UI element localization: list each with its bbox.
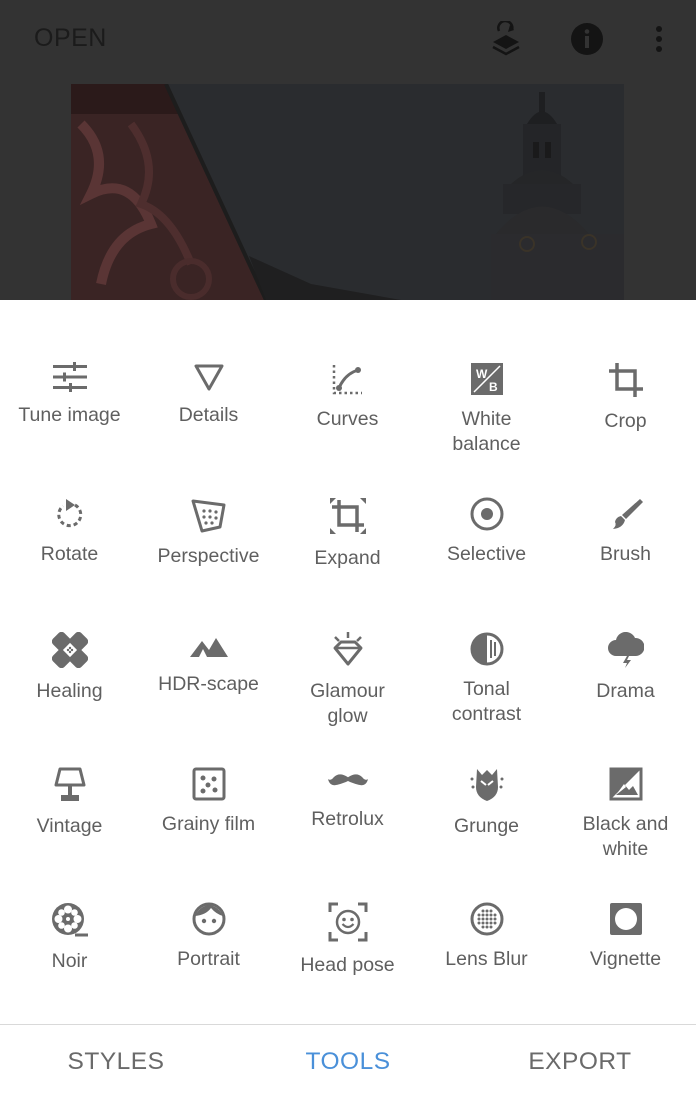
selective-icon <box>467 497 507 531</box>
tool-selective[interactable]: Selective <box>417 435 556 565</box>
vintage-icon <box>50 767 90 803</box>
tab-tools[interactable]: TOOLS <box>232 1025 464 1099</box>
noir-icon <box>50 902 90 938</box>
tool-label: Selective <box>446 543 527 565</box>
tool-brush[interactable]: Brush <box>556 435 695 565</box>
tool-label: Grainy film <box>161 813 256 835</box>
tool-curves[interactable]: Curves <box>278 300 417 430</box>
tool-vintage[interactable]: Vintage <box>0 705 139 837</box>
drama-icon <box>606 632 646 668</box>
tool-label: Vignette <box>589 948 662 970</box>
tool-retrolux[interactable]: Retrolux <box>278 705 417 831</box>
crop-icon <box>606 362 646 398</box>
tool-label: Grunge <box>453 815 520 837</box>
white-balance-icon: W B <box>467 362 507 396</box>
tool-label: Portrait <box>177 948 240 970</box>
expand-icon <box>328 497 368 535</box>
brush-icon <box>606 497 646 531</box>
tab-export[interactable]: EXPORT <box>464 1025 696 1099</box>
tool-details[interactable]: Details <box>139 300 278 426</box>
tool-label: Crop <box>604 410 647 432</box>
glamour-glow-icon <box>328 632 368 668</box>
tool-label: Expand <box>314 547 381 569</box>
tool-grunge[interactable]: Grunge <box>417 705 556 837</box>
grainy-film-icon <box>189 767 229 801</box>
svg-text:B: B <box>489 380 498 394</box>
tool-label: Rotate <box>40 543 99 565</box>
bottom-navigation: STYLES TOOLS EXPORT <box>0 1024 696 1099</box>
tool-hdr-scape[interactable]: HDR-scape <box>139 570 278 696</box>
tool-label: Vintage <box>36 815 103 837</box>
tool-portrait[interactable]: Portrait <box>139 840 278 970</box>
tool-healing[interactable]: Healing <box>0 570 139 702</box>
tool-expand[interactable]: Expand <box>278 435 417 569</box>
open-button[interactable]: OPEN <box>34 24 107 53</box>
hdr-scape-icon <box>189 632 229 661</box>
tune-image-icon <box>50 362 90 392</box>
tools-grid: Tune image Details Curves W B White bala… <box>0 300 696 1024</box>
image-preview-area: OPEN <box>0 0 696 300</box>
vignette-icon <box>606 902 646 936</box>
tool-label: Details <box>178 404 239 426</box>
photo-preview <box>71 84 624 300</box>
tool-head-pose[interactable]: Head pose <box>278 840 417 976</box>
tool-label: Retrolux <box>311 807 384 830</box>
tonal-contrast-icon <box>467 632 507 666</box>
tool-black-and-white[interactable]: Black and white <box>556 705 695 860</box>
tool-label: Drama <box>596 680 655 702</box>
tool-label: Curves <box>316 408 379 430</box>
tool-label: Perspective <box>157 545 260 567</box>
tool-label: Lens Blur <box>445 948 528 970</box>
grunge-icon <box>467 767 507 803</box>
tool-glamour-glow[interactable]: Glamour glow <box>278 570 417 727</box>
tool-drama[interactable]: Drama <box>556 570 695 702</box>
tool-tune-image[interactable]: Tune image <box>0 300 139 426</box>
tool-white-balance[interactable]: W B White balance <box>417 300 556 455</box>
tool-crop[interactable]: Crop <box>556 300 695 432</box>
tool-rotate[interactable]: Rotate <box>0 435 139 565</box>
black-and-white-icon <box>606 767 646 801</box>
tool-label: HDR-scape <box>158 672 259 695</box>
tool-label: Brush <box>600 543 651 565</box>
tool-label: Healing <box>36 680 103 702</box>
tool-lens-blur[interactable]: Lens Blur <box>417 840 556 970</box>
tab-styles[interactable]: STYLES <box>0 1025 232 1099</box>
head-pose-icon <box>328 902 368 942</box>
tool-label: Tune image <box>18 404 121 426</box>
details-icon <box>189 362 229 392</box>
healing-icon <box>50 632 90 668</box>
tool-label: Head pose <box>300 954 395 976</box>
curves-icon <box>328 362 368 396</box>
tool-label: Noir <box>51 950 88 972</box>
info-icon[interactable] <box>565 17 609 61</box>
more-vert-icon[interactable] <box>637 17 681 61</box>
tool-tonal-contrast[interactable]: Tonal contrast <box>417 570 556 725</box>
tool-vignette[interactable]: Vignette <box>556 840 695 970</box>
perspective-icon <box>189 497 229 533</box>
svg-text:W: W <box>476 367 488 381</box>
tool-noir[interactable]: Noir <box>0 840 139 972</box>
portrait-icon <box>189 902 229 936</box>
lens-blur-icon <box>467 902 507 936</box>
retrolux-icon <box>327 767 368 796</box>
tool-grainy-film[interactable]: Grainy film <box>139 705 278 835</box>
rotate-icon <box>50 497 90 531</box>
tool-perspective[interactable]: Perspective <box>139 435 278 567</box>
undo-layers-icon[interactable] <box>484 17 528 61</box>
